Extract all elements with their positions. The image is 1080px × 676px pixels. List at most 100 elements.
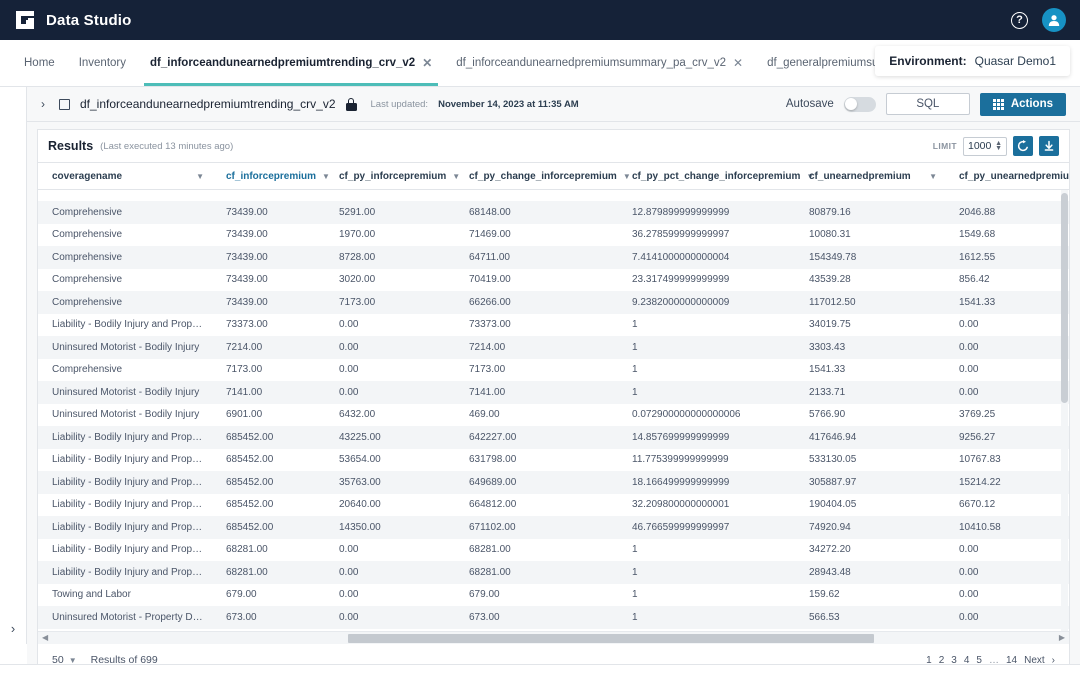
- column-header-cf-py-unearnedpremium[interactable]: cf_py_unearnedpremium ▼: [945, 171, 1069, 182]
- scroll-right-icon[interactable]: ▶: [1059, 633, 1065, 642]
- column-label: coveragename: [52, 171, 122, 182]
- chevron-down-icon[interactable]: ▼: [929, 172, 937, 181]
- table-cell: 1: [618, 544, 795, 555]
- table-cell: Liability - Bodily Injury and Property D…: [38, 432, 212, 443]
- limit-input[interactable]: 1000 ▲▼: [963, 137, 1007, 156]
- table-row[interactable]: Comprehensive7173.000.007173.0011541.330…: [38, 359, 1069, 382]
- table-row[interactable]: Uninsured Motorist - Bodily Injury7214.0…: [38, 336, 1069, 359]
- table-cell: 673.00: [455, 612, 618, 623]
- column-header-cf-py-change-inforcepremium[interactable]: cf_py_change_inforcepremium ▼: [455, 171, 618, 182]
- vertical-scrollbar-thumb[interactable]: [1061, 193, 1068, 403]
- table-cell: 0.00: [325, 567, 455, 578]
- table-cell: Liability - Bodily Injury and Property D…: [38, 499, 212, 510]
- vertical-scrollbar[interactable]: [1061, 190, 1068, 631]
- scroll-left-icon[interactable]: ◀: [42, 633, 48, 642]
- environment-selector[interactable]: Environment: Quasar Demo1: [875, 46, 1070, 76]
- table-row[interactable]: Towing and Labor679.000.00679.001159.620…: [38, 584, 1069, 607]
- tab-df-inforceandunearnedpremiumsummary[interactable]: df_inforceandunearnedpremiumsummary_pa_c…: [444, 40, 755, 86]
- avatar[interactable]: [1042, 8, 1066, 32]
- table-row[interactable]: Liability - Bodily Injury and Property D…: [38, 471, 1069, 494]
- column-header-cf-py-inforcepremium[interactable]: cf_py_inforcepremium ▼: [325, 171, 455, 182]
- table-cell: Comprehensive: [38, 252, 212, 263]
- table-row[interactable]: [38, 190, 1069, 201]
- column-header-coveragename[interactable]: coveragename ▼: [38, 171, 212, 182]
- table-cell: 15214.22: [945, 477, 1069, 488]
- help-icon[interactable]: ?: [1011, 12, 1028, 29]
- column-header-cf-unearnedpremium[interactable]: cf_unearnedpremium ▼: [795, 171, 945, 182]
- table-row[interactable]: Liability - Bodily Injury and Property D…: [38, 516, 1069, 539]
- tab-home[interactable]: Home: [12, 40, 67, 86]
- table-cell: 0.00: [325, 589, 455, 600]
- table-row[interactable]: Uninsured Motorist - Bodily Injury7141.0…: [38, 381, 1069, 404]
- table-cell: 159.62: [795, 589, 945, 600]
- g-logo-icon: [14, 9, 36, 31]
- table-cell: 5291.00: [325, 207, 455, 218]
- download-icon[interactable]: [1039, 136, 1059, 156]
- tab-df-inforceandunearnedpremiumtrending[interactable]: df_inforceandunearnedpremiumtrending_crv…: [138, 40, 444, 86]
- workbench: › df_inforceandunearnedpremiumtrending_c…: [27, 87, 1080, 676]
- table-row[interactable]: Comprehensive73439.008728.0064711.007.41…: [38, 246, 1069, 269]
- chevron-right-icon[interactable]: ›: [37, 97, 49, 111]
- tab-inventory[interactable]: Inventory: [67, 40, 138, 86]
- table-cell: 679.00: [212, 589, 325, 600]
- table-cell: 533130.05: [795, 454, 945, 465]
- table-cell: 7173.00: [455, 364, 618, 375]
- results-header-actions: LIMIT 1000 ▲▼: [933, 136, 1059, 156]
- table-cell: 9.2382000000000009: [618, 297, 795, 308]
- chevron-down-icon[interactable]: ▼: [196, 172, 204, 181]
- table-cell: 117012.50: [795, 297, 945, 308]
- last-updated-label: Last updated:: [371, 99, 429, 110]
- table-row[interactable]: Uninsured Motorist - Bodily Injury6901.0…: [38, 404, 1069, 427]
- table-cell: 73439.00: [212, 297, 325, 308]
- table-cell: Liability - Bodily Injury and Property D…: [38, 544, 212, 555]
- table-row[interactable]: Comprehensive73439.001970.0071469.0036.2…: [38, 224, 1069, 247]
- column-label: cf_py_unearnedpremium: [959, 171, 1069, 182]
- table-header-row: coveragename ▼ cf_inforcepremium ▼ cf_py…: [38, 162, 1069, 190]
- bottom-strip: [0, 664, 1080, 676]
- table-row[interactable]: Liability - Bodily Injury and Property D…: [38, 314, 1069, 337]
- tab-label: Inventory: [79, 57, 126, 69]
- table-row[interactable]: Comprehensive73439.007173.0066266.009.23…: [38, 291, 1069, 314]
- table-cell: 32.209800000000001: [618, 499, 795, 510]
- autosave-label: Autosave: [786, 98, 834, 110]
- table-row[interactable]: Liability - Bodily Injury and Property D…: [38, 494, 1069, 517]
- column-header-cf-py-pct-change-inforcepremium[interactable]: cf_py_pct_change_inforcepremium ▼: [618, 171, 795, 182]
- table-cell: Comprehensive: [38, 229, 212, 240]
- table-cell: 68281.00: [212, 544, 325, 555]
- table-cell: Liability - Bodily Injury and Property D…: [38, 319, 212, 330]
- table-row[interactable]: Comprehensive73439.003020.0070419.0023.3…: [38, 269, 1069, 292]
- table-cell: 0.00: [325, 319, 455, 330]
- table-cell: 1: [618, 589, 795, 600]
- horizontal-scrollbar[interactable]: ◀ ▶: [38, 631, 1069, 644]
- table-row[interactable]: Liability - Bodily Injury and Property D…: [38, 561, 1069, 584]
- table-row[interactable]: Liability - Bodily Injury and Property D…: [38, 449, 1069, 472]
- column-label: cf_py_pct_change_inforcepremium: [632, 171, 800, 182]
- table-cell: 7173.00: [212, 364, 325, 375]
- table-cell: 0.00: [945, 544, 1069, 555]
- table-cell: 73439.00: [212, 252, 325, 263]
- table-row[interactable]: Comprehensive73439.005291.0068148.0012.8…: [38, 201, 1069, 224]
- column-header-cf-inforcepremium[interactable]: cf_inforcepremium ▼: [212, 171, 325, 182]
- app-title: Data Studio: [46, 12, 132, 29]
- sql-button[interactable]: SQL: [886, 93, 970, 115]
- table-cell: 68148.00: [455, 207, 618, 218]
- actions-button[interactable]: Actions: [980, 93, 1066, 116]
- autosave-toggle[interactable]: [844, 97, 876, 112]
- table-cell: 856.42: [945, 274, 1069, 285]
- table-cell: 1: [618, 364, 795, 375]
- tab-label: df_inforceandunearnedpremiumsummary_pa_c…: [456, 57, 726, 69]
- refresh-icon[interactable]: [1013, 136, 1033, 156]
- table-row[interactable]: Uninsured Motorist - Property Damage673.…: [38, 606, 1069, 629]
- rail-expand-icon[interactable]: ›: [0, 621, 26, 636]
- table-cell: 36.278599999999997: [618, 229, 795, 240]
- table-row[interactable]: Liability - Bodily Injury and Property D…: [38, 539, 1069, 562]
- stepper-icon[interactable]: ▲▼: [995, 141, 1002, 151]
- table-cell: 664812.00: [455, 499, 618, 510]
- table-cell: 9256.27: [945, 432, 1069, 443]
- horizontal-scrollbar-thumb[interactable]: [348, 634, 874, 643]
- close-icon[interactable]: ✕: [733, 57, 743, 69]
- table-cell: 0.00: [945, 589, 1069, 600]
- table-cell: 23.317499999999999: [618, 274, 795, 285]
- close-icon[interactable]: ✕: [422, 57, 432, 69]
- table-row[interactable]: Liability - Bodily Injury and Property D…: [38, 426, 1069, 449]
